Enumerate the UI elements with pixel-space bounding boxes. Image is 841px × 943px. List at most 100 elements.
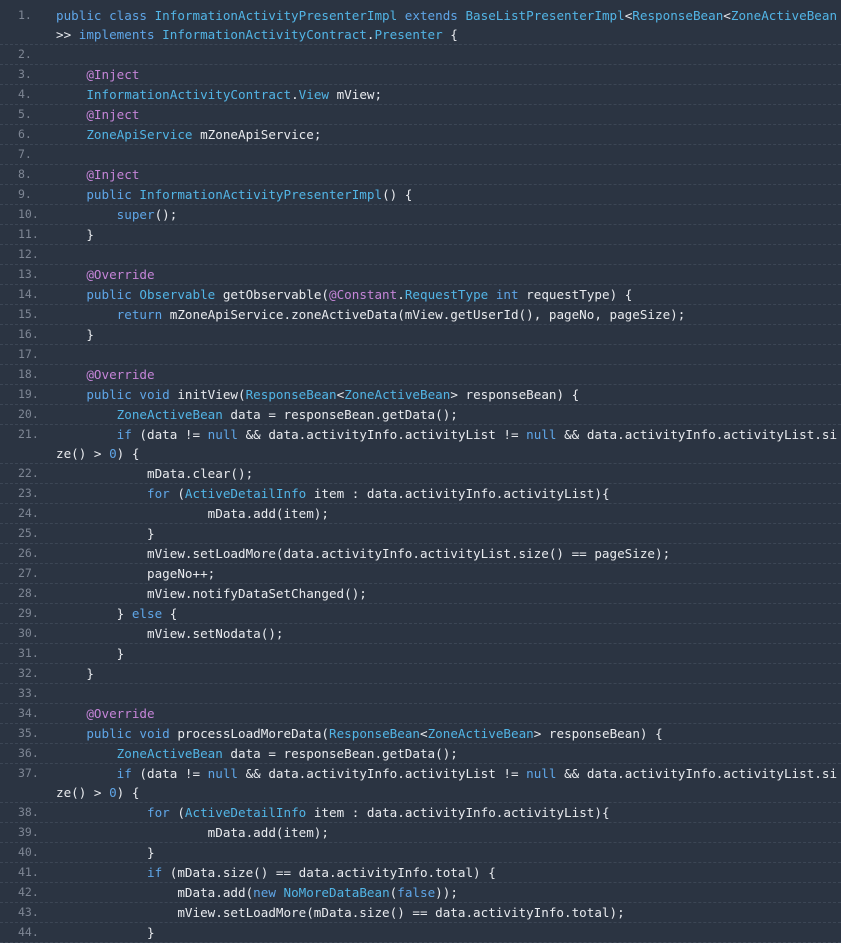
code-token: if: [116, 766, 132, 781]
code-token: ActiveDetailInfo: [184, 486, 307, 501]
line-number: 18.: [18, 367, 39, 381]
code-token: super: [116, 207, 155, 222]
code-text: for (ActiveDetailInfo item : data.activi…: [56, 803, 841, 822]
line-number: 36.: [18, 746, 39, 760]
code-text: return mZoneApiService.zoneActiveData(mV…: [56, 305, 841, 324]
code-line: 1. public class InformationActivityPresen…: [0, 6, 841, 44]
code-token: null: [207, 766, 239, 781]
code-text: mView.notifyDataSetChanged();: [56, 584, 841, 603]
code-text: @Inject: [56, 165, 841, 184]
line-number: 30.: [18, 626, 39, 640]
code-line: 21. if (data != null && data.activityInf…: [0, 425, 841, 463]
code-token: }: [56, 526, 155, 541]
code-line: 33.: [0, 684, 841, 703]
code-line: 18. @Override: [0, 365, 841, 384]
code-token: item : data.activityInfo.activityList){: [306, 486, 610, 501]
line-number: 14.: [18, 287, 39, 301]
code-line: 38. for (ActiveDetailInfo item : data.ac…: [0, 803, 841, 822]
code-line: 34. @Override: [0, 704, 841, 723]
line-number: 4.: [18, 87, 32, 101]
code-token: ));: [435, 885, 458, 900]
code-token: getObservable(: [215, 287, 329, 302]
code-text: @Override: [56, 704, 841, 723]
code-token: Observable: [139, 287, 216, 302]
code-token: mView;: [329, 87, 383, 102]
code-token: ResponseBean: [329, 726, 420, 741]
line-number: 1.: [18, 8, 32, 22]
code-line: 9. public InformationActivityPresenterIm…: [0, 185, 841, 204]
code-line: 32. }: [0, 664, 841, 683]
code-text: ZoneActiveBean data = responseBean.getDa…: [56, 405, 841, 424]
code-line: 22. mData.clear();: [0, 464, 841, 483]
code-token: (data !=: [131, 766, 208, 781]
code-token: mView.setLoadMore(mData.size() == data.a…: [56, 905, 625, 920]
code-text: public void processLoadMoreData(Response…: [56, 724, 841, 743]
line-number: 15.: [18, 307, 39, 321]
line-number: 39.: [18, 825, 39, 839]
code-text: }: [56, 843, 841, 862]
code-line: 42. mData.add(new NoMoreDataBean(false))…: [0, 883, 841, 902]
code-token: }: [56, 925, 155, 940]
line-number: 17.: [18, 347, 39, 361]
code-token: @Override: [86, 706, 155, 721]
code-token: pageNo++;: [56, 566, 216, 581]
line-number: 37.: [18, 766, 39, 780]
line-number: 34.: [18, 706, 39, 720]
code-token: mData.clear();: [56, 466, 254, 481]
code-token: BaseListPresenterImpl: [465, 8, 625, 23]
code-line: 15. return mZoneApiService.zoneActiveDat…: [0, 305, 841, 324]
code-token: implements: [78, 27, 163, 42]
code-block: 1. public class InformationActivityPresen…: [0, 0, 841, 943]
line-number: 31.: [18, 646, 39, 660]
code-token: @Inject: [86, 107, 140, 122]
code-token: @Override: [86, 267, 155, 282]
code-text: mView.setLoadMore(mData.size() == data.a…: [56, 903, 841, 922]
code-token: (: [169, 486, 185, 501]
code-line: 23. for (ActiveDetailInfo item : data.ac…: [0, 484, 841, 503]
code-line: 24. mData.add(item);: [0, 504, 841, 523]
code-text: }: [56, 524, 841, 543]
code-token: (mData.size() == data.activityInfo.total…: [162, 865, 496, 880]
code-token: else: [131, 606, 163, 621]
line-number: 3.: [18, 67, 32, 81]
code-line: 6. ZoneApiService mZoneApiService;: [0, 125, 841, 144]
code-line: 20. ZoneActiveBean data = responseBean.g…: [0, 405, 841, 424]
code-line: 7.: [0, 145, 841, 164]
line-number: 38.: [18, 805, 39, 819]
code-token: {: [442, 27, 458, 42]
code-token: ZoneActiveBean: [427, 726, 534, 741]
code-token: }: [56, 227, 94, 242]
code-token: mZoneApiService;: [192, 127, 322, 142]
code-token: >>: [56, 27, 79, 42]
code-text: ZoneActiveBean data = responseBean.getDa…: [56, 744, 841, 763]
code-text: } else {: [56, 604, 841, 623]
line-number: 43.: [18, 905, 39, 919]
code-token: > responseBean) {: [533, 726, 663, 741]
code-text: }: [56, 664, 841, 683]
code-line: 44. }: [0, 923, 841, 942]
code-text: if (data != null && data.activityInfo.ac…: [56, 425, 841, 463]
line-number: 11.: [18, 227, 39, 241]
code-text: mData.add(item);: [56, 823, 841, 842]
code-token: item : data.activityInfo.activityList){: [306, 805, 610, 820]
code-token: }: [56, 845, 155, 860]
code-text: mData.add(new NoMoreDataBean(false));: [56, 883, 841, 902]
code-token: mView.setNodata();: [56, 626, 284, 641]
code-token: for: [147, 486, 170, 501]
code-text: public class InformationActivityPresente…: [56, 6, 841, 44]
code-line: 14. public Observable getObservable(@Con…: [0, 285, 841, 304]
line-number: 42.: [18, 885, 39, 899]
code-token: false: [397, 885, 436, 900]
code-line: 30. mView.setNodata();: [0, 624, 841, 643]
code-token: 0: [109, 446, 117, 461]
code-token: initView(: [177, 387, 246, 402]
code-token: public class: [56, 8, 155, 23]
code-token: data = responseBean.getData();: [222, 746, 458, 761]
code-line: 25. }: [0, 524, 841, 543]
